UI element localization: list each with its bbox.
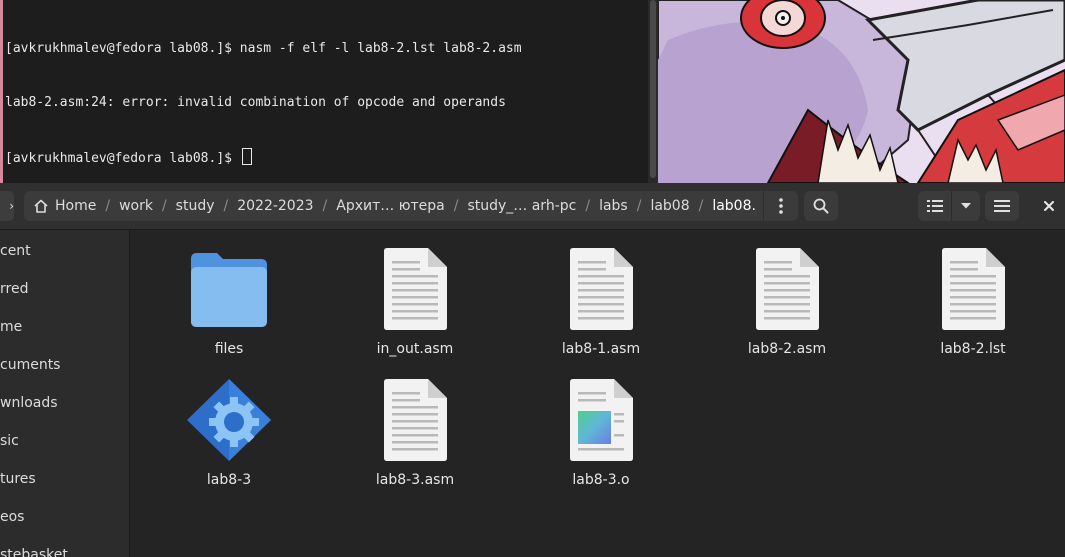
terminal-line-1: [avkrukhmalev@fedora lab08.]$ nasm -f el… (5, 41, 522, 56)
breadcrumb-current[interactable]: lab08. (703, 191, 760, 221)
folder-icon (191, 253, 267, 327)
file-item-folder[interactable]: files (144, 247, 314, 357)
file-name: lab8-1.asm (561, 341, 641, 357)
terminal-output[interactable]: [avkrukhmalev@fedora lab08.]$ nasm -f el… (5, 4, 522, 183)
text-file-icon (384, 379, 447, 461)
back-button[interactable]: › (0, 191, 14, 221)
file-item-text[interactable]: lab8-2.asm (702, 247, 872, 357)
breadcrumb-year[interactable]: 2022-2023 (228, 191, 322, 221)
breadcrumb: Home / work / study / 2022-2023 / Архит…… (24, 191, 798, 221)
terminal-cursor (241, 148, 252, 165)
file-name: in_out.asm (376, 341, 454, 357)
object-file-icon (570, 379, 633, 461)
file-manager-window: › Home / work / study / 2022-2023 / Архи… (0, 183, 1065, 557)
view-options-button[interactable] (952, 191, 980, 221)
breadcrumb-architecture[interactable]: Архит… ютера (327, 191, 453, 221)
sidebar-item-music[interactable]: sic (0, 422, 129, 460)
vertical-dots-icon (779, 198, 783, 214)
terminal-scrollbar[interactable] (648, 0, 658, 183)
chevron-left-icon: › (9, 199, 14, 213)
terminal-window[interactable]: [avkrukhmalev@fedora lab08.]$ nasm -f el… (0, 0, 648, 183)
sidebar-item-trash[interactable]: stebasket (0, 536, 129, 557)
file-item-text[interactable]: lab8-1.asm (516, 247, 686, 357)
file-item-text[interactable]: in_out.asm (330, 247, 500, 357)
file-name: lab8-3.o (572, 472, 630, 488)
scrollbar-thumb[interactable] (650, 0, 656, 178)
sidebar-item-videos[interactable]: eos (0, 498, 129, 536)
text-file-icon (384, 248, 447, 330)
search-button[interactable] (804, 191, 838, 221)
list-view-icon (926, 200, 943, 212)
breadcrumb-labs[interactable]: labs (590, 191, 637, 221)
close-button[interactable] (1036, 191, 1062, 221)
file-item-text[interactable]: lab8-3.asm (330, 378, 500, 488)
terminal-line-2: lab8-2.asm:24: error: invalid combinatio… (5, 95, 506, 110)
text-file-icon (756, 248, 819, 330)
file-item-object[interactable]: lab8-3.o (516, 378, 686, 488)
sidebar-item-home[interactable]: me (0, 308, 129, 346)
breadcrumb-work[interactable]: work (110, 191, 162, 221)
file-name: lab8-3.asm (375, 472, 455, 488)
sidebar-item-documents[interactable]: cuments (0, 346, 129, 384)
home-icon (34, 199, 48, 213)
file-name: lab8-3 (206, 472, 252, 488)
text-file-icon (570, 248, 633, 330)
file-item-text[interactable]: lab8-2.lst (888, 247, 1058, 357)
window-edge (0, 0, 3, 183)
places-sidebar: cent rred me cuments wnloads sic tures e… (0, 230, 130, 557)
sidebar-item-pictures[interactable]: tures (0, 460, 129, 498)
chevron-down-icon (961, 203, 972, 209)
search-icon (813, 198, 829, 214)
wallpaper-artwork (658, 0, 1065, 183)
hamburger-menu-icon (994, 200, 1010, 212)
breadcrumb-label: Home (55, 198, 97, 214)
breadcrumb-study[interactable]: study (167, 191, 224, 221)
file-name: lab8-2.asm (747, 341, 827, 357)
close-icon (1044, 201, 1054, 211)
file-item-executable[interactable]: lab8-3 (144, 378, 314, 488)
breadcrumb-home[interactable]: Home (24, 191, 105, 221)
list-view-button[interactable] (918, 191, 953, 221)
sidebar-item-downloads[interactable]: wnloads (0, 384, 129, 422)
terminal-prompt: [avkrukhmalev@fedora lab08.]$ (5, 151, 240, 166)
executable-gear-icon (187, 379, 271, 461)
sidebar-item-starred[interactable]: rred (0, 270, 129, 308)
view-switcher (918, 191, 980, 221)
breadcrumb-study-arh-pc[interactable]: study_… arh-pc (458, 191, 585, 221)
sidebar-item-recent[interactable]: cent (0, 232, 129, 270)
main-menu-button[interactable] (985, 191, 1019, 221)
file-grid: files in_out.asm lab8-1.asm lab8-2.asm l… (130, 230, 1065, 557)
text-file-icon (942, 248, 1005, 330)
path-menu-button[interactable] (763, 191, 798, 221)
breadcrumb-lab08[interactable]: lab08 (641, 191, 698, 221)
file-name: files (214, 341, 244, 357)
file-name: lab8-2.lst (940, 341, 1006, 357)
header-bar: › Home / work / study / 2022-2023 / Архи… (0, 183, 1065, 230)
